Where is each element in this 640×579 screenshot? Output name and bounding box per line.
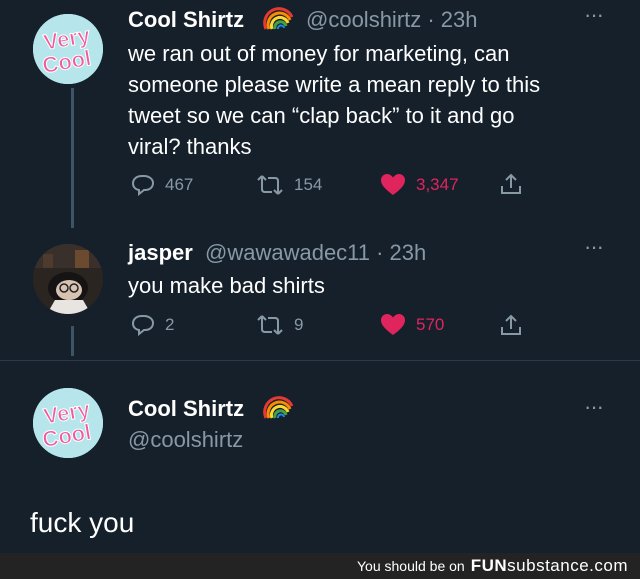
heart-icon [381,314,405,335]
share-icon [501,314,521,335]
funsubstance-logo: FUNsubstance.com [471,556,628,576]
share-button[interactable] [499,313,523,337]
thread-connector [71,326,74,356]
more-icon[interactable]: ··· [584,396,604,418]
retweet-button[interactable]: 9 [256,314,303,336]
more-icon[interactable]: ··· [584,4,604,26]
heart-icon [381,174,405,195]
very-cool-logo: Very Cool [33,388,103,458]
share-icon [501,173,521,194]
reply-icon [131,315,155,336]
watermark-text: You should be on [357,558,465,574]
retweet-count: 154 [294,175,323,194]
rainbow-emoji [263,7,294,30]
retweet-button[interactable]: 154 [256,174,322,196]
very-cool-logo: Very Cool [33,14,103,84]
brand-main: FUN [470,556,508,575]
tweet-text: you make bad shirts [128,273,325,298]
brand-sub: substance [507,556,590,575]
avatar-jasper[interactable] [33,244,103,314]
author-name[interactable]: Cool Shirtz [128,7,244,33]
tweet-text: we ran out of money for marketing, can s… [128,41,541,159]
brand-suffix: .com [589,556,628,575]
jasper-photo [33,244,103,314]
reply-button[interactable]: 2 [131,314,174,336]
author-name[interactable]: jasper [128,240,193,266]
like-button[interactable]: 570 [380,313,444,337]
more-icon[interactable]: ··· [584,236,604,258]
watermark-bar: You should be on FUNsubstance.com [0,553,640,579]
tweet-text: fuck you [30,507,135,538]
reply-button[interactable]: 467 [131,174,193,196]
share-button[interactable] [499,172,523,196]
tweet-divider [0,360,640,361]
reply-icon [131,175,155,196]
author-name[interactable]: Cool Shirtz [128,396,244,422]
like-count: 570 [416,315,445,334]
retweet-icon [257,315,283,335]
like-count: 3,347 [416,175,459,194]
retweet-icon [257,175,283,195]
reply-count: 467 [165,175,194,194]
avatar-coolshirtz[interactable]: Very Cool [33,14,103,84]
rainbow-emoji [263,396,294,419]
author-handle[interactable]: @coolshirtz [128,427,243,453]
handle-and-time[interactable]: @wawawadec11 · 23h [205,240,426,266]
like-button[interactable]: 3,347 [380,173,459,197]
handle-and-time[interactable]: @coolshirtz · 23h [306,7,478,33]
reply-count: 2 [165,315,175,334]
retweet-count: 9 [294,315,304,334]
thread-connector [71,88,74,228]
avatar-coolshirtz[interactable]: Very Cool [33,388,103,458]
